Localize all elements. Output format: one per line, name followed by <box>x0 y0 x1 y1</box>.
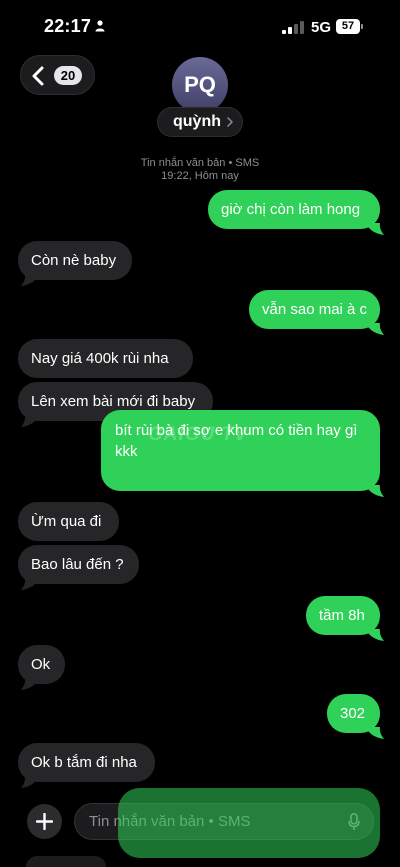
thread-meta: Tin nhắn văn bản • SMS 19:22, Hôm nay <box>0 157 400 183</box>
message-outgoing[interactable]: giờ chị còn làm hong <box>208 190 380 229</box>
bubble-tail <box>368 629 384 641</box>
mic-icon[interactable] <box>348 813 360 831</box>
status-bar: 22:17 5G 57 <box>0 0 400 54</box>
unread-count-badge: 20 <box>54 66 82 85</box>
bubble-tail <box>21 678 37 690</box>
bubble-tail <box>368 223 384 235</box>
back-chevron-icon <box>32 66 44 86</box>
thread-meta-type: Tin nhắn văn bản • SMS <box>140 157 260 169</box>
bottom-edge <box>26 856 106 867</box>
bubble-tail <box>368 323 384 335</box>
contact-avatar[interactable]: PQ <box>172 57 228 113</box>
contact-name-button[interactable]: quỳnh <box>157 107 243 137</box>
plus-icon <box>36 813 53 830</box>
back-button[interactable]: 20 <box>20 55 95 95</box>
chevron-right-icon <box>227 117 233 127</box>
battery-tip <box>361 24 363 29</box>
message-outgoing[interactable]: vẫn sao mai à c <box>249 290 380 329</box>
bubble-tail <box>21 578 37 590</box>
message-input[interactable] <box>89 804 339 839</box>
signal-icon <box>282 21 304 34</box>
network-label: 5G <box>311 19 332 36</box>
add-attachment-button[interactable] <box>27 804 62 839</box>
message-incoming[interactable]: Ok b tắm đi nha <box>18 743 155 782</box>
status-time: 22:17 <box>44 16 92 36</box>
contact-name: quỳnh <box>173 113 221 130</box>
bubble-tail <box>21 415 37 427</box>
message-incoming[interactable]: Ừm qua đi <box>18 502 119 541</box>
bubble-tail <box>21 274 37 286</box>
person-icon <box>95 20 105 32</box>
bubble-tail <box>368 727 384 739</box>
battery-level: 57 <box>336 19 360 34</box>
message-outgoing[interactable]: bít rùi bà đi sợ e khum có tiền hay gì k… <box>101 410 380 491</box>
bubble-tail <box>21 776 37 788</box>
bubble-tail <box>368 485 384 497</box>
message-incoming[interactable]: Nay giá 400k rùi nha <box>18 339 193 378</box>
battery-icon: 57 <box>336 19 363 34</box>
message-composer[interactable] <box>74 803 374 840</box>
thread-meta-time: 19:22, Hôm nay <box>161 170 239 182</box>
